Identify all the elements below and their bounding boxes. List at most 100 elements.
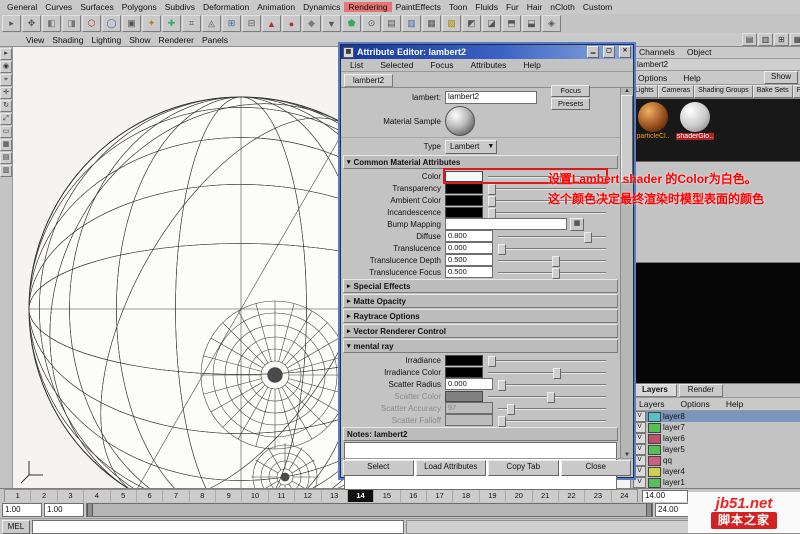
value-field[interactable]: 0.800: [445, 230, 493, 242]
layer-menu-layers[interactable]: Layers: [635, 399, 669, 409]
range-handle-end[interactable]: [646, 504, 652, 516]
shelf-icon[interactable]: ◩: [462, 15, 481, 32]
shelf-icon[interactable]: ▦: [422, 15, 441, 32]
layer-row[interactable]: Vlayer4: [631, 466, 800, 477]
tab-bake-sets[interactable]: Bake Sets: [752, 85, 793, 98]
slider-thumb[interactable]: [506, 403, 515, 415]
shelf-icon[interactable]: ⊙: [362, 15, 381, 32]
frame-5[interactable]: 5: [109, 489, 136, 503]
color-swatch[interactable]: [445, 206, 483, 218]
menu-curves[interactable]: Curves: [41, 2, 76, 12]
frame-13[interactable]: 13: [320, 489, 347, 503]
menu-fluids[interactable]: Fluids: [471, 2, 502, 12]
layer-visibility-toggle[interactable]: V: [633, 477, 646, 488]
slider-thumb[interactable]: [498, 379, 506, 391]
shelf-icon[interactable]: ●: [282, 15, 301, 32]
channels-menu-object[interactable]: Object: [683, 47, 716, 57]
layer-tab-render[interactable]: Render: [678, 384, 724, 397]
color-swatch[interactable]: [445, 182, 483, 194]
material-sample-swatch[interactable]: [445, 106, 475, 136]
layer-row[interactable]: Vlayer6: [631, 433, 800, 444]
menu-animation[interactable]: Animation: [253, 2, 299, 12]
layer-row[interactable]: Vqq: [631, 455, 800, 466]
shelf-icon[interactable]: ◧: [42, 15, 61, 32]
frame-6[interactable]: 6: [135, 489, 162, 503]
slider-thumb[interactable]: [488, 207, 496, 219]
shelf-icon[interactable]: ▲: [262, 15, 281, 32]
panel-menu-shading[interactable]: Shading: [48, 35, 87, 45]
section-vector-renderer-control[interactable]: ▸ Vector Renderer Control: [343, 324, 618, 338]
frame-16[interactable]: 16: [399, 489, 426, 503]
tool-icon[interactable]: ▸: [0, 48, 12, 60]
value-field[interactable]: 0.000: [445, 242, 493, 254]
material-swatch[interactable]: particleCl..: [635, 102, 671, 158]
range-handle-start[interactable]: [87, 504, 93, 516]
node-name-field[interactable]: lambert2: [445, 91, 537, 104]
panel-menu-view[interactable]: View: [22, 35, 48, 45]
layer-color-swatch[interactable]: [648, 422, 661, 433]
shelf-icon[interactable]: ✥: [22, 15, 41, 32]
frame-2[interactable]: 2: [30, 489, 56, 503]
panel-menu-panels[interactable]: Panels: [198, 35, 232, 45]
show-button[interactable]: Show: [763, 71, 798, 84]
layer-color-swatch[interactable]: [648, 433, 661, 444]
slider-thumb[interactable]: [488, 183, 496, 195]
menu-surfaces[interactable]: Surfaces: [76, 2, 118, 12]
slider-thumb[interactable]: [547, 391, 555, 403]
shelf-icon[interactable]: ◯: [102, 15, 121, 32]
slider-thumb[interactable]: [584, 231, 593, 243]
frame-20[interactable]: 20: [505, 489, 531, 503]
shelf-icon[interactable]: ◪: [482, 15, 501, 32]
layer-visibility-toggle[interactable]: V: [633, 466, 646, 477]
maximize-button[interactable]: ▢: [603, 46, 615, 58]
tool-icon[interactable]: ↻: [0, 100, 12, 112]
shelf-icon[interactable]: ⌗: [182, 15, 201, 32]
shelf-icon[interactable]: ✚: [162, 15, 181, 32]
tool-icon[interactable]: ▤: [0, 152, 12, 164]
slider[interactable]: [498, 231, 606, 243]
menu-toon[interactable]: Toon: [445, 2, 471, 12]
focus-button[interactable]: Focus: [551, 85, 591, 97]
layer-color-swatch[interactable]: [648, 477, 661, 488]
panel-menu-renderer[interactable]: Renderer: [155, 35, 198, 45]
range-slider[interactable]: [86, 503, 653, 517]
frame-12[interactable]: 12: [294, 489, 320, 503]
menu-ncloth[interactable]: nCloth: [546, 2, 579, 12]
panel-layout-icon[interactable]: ▦: [790, 33, 800, 46]
slider[interactable]: [498, 415, 606, 427]
tab-shading-groups[interactable]: Shading Groups: [694, 85, 753, 98]
slider[interactable]: [498, 379, 606, 391]
slider[interactable]: [488, 355, 606, 367]
layer-menu-options[interactable]: Options: [677, 399, 714, 409]
tab-lights[interactable]: Lights: [631, 85, 658, 98]
layer-visibility-toggle[interactable]: V: [633, 422, 646, 433]
shelf-icon[interactable]: ◈: [542, 15, 561, 32]
layer-menu-help[interactable]: Help: [722, 399, 747, 409]
slider-thumb[interactable]: [552, 367, 561, 379]
playback-start-field[interactable]: 1.00: [44, 503, 84, 517]
frame-10[interactable]: 10: [241, 489, 267, 503]
anim-start-field[interactable]: 1.00: [2, 503, 42, 517]
tool-icon[interactable]: ✛: [0, 87, 12, 99]
close-icon[interactable]: ✕: [619, 46, 631, 58]
slider[interactable]: [498, 267, 606, 279]
shelf-icon[interactable]: ⬒: [502, 15, 521, 32]
slider[interactable]: [488, 391, 606, 403]
layer-visibility-toggle[interactable]: V: [633, 433, 646, 444]
tool-icon[interactable]: ▦: [0, 139, 12, 151]
minimize-button[interactable]: ▁: [587, 46, 599, 58]
section-notes[interactable]: Notes: lambert2: [343, 427, 618, 441]
menu-hair[interactable]: Hair: [523, 2, 547, 12]
menu-general[interactable]: General: [3, 2, 41, 12]
shelf-icon[interactable]: ✦: [142, 15, 161, 32]
layer-color-swatch[interactable]: [648, 444, 661, 455]
slider-thumb[interactable]: [552, 255, 560, 267]
type-dropdown[interactable]: Lambert ▼: [445, 139, 498, 154]
color-swatch[interactable]: [445, 354, 483, 366]
shelf-icon[interactable]: ⬓: [522, 15, 541, 32]
tool-icon[interactable]: ⤢: [0, 113, 12, 125]
layer-color-swatch[interactable]: [648, 455, 661, 466]
value-field[interactable]: 0.500: [445, 266, 493, 278]
shelf-icon[interactable]: ⬡: [82, 15, 101, 32]
options-menu-help[interactable]: Help: [679, 73, 704, 83]
